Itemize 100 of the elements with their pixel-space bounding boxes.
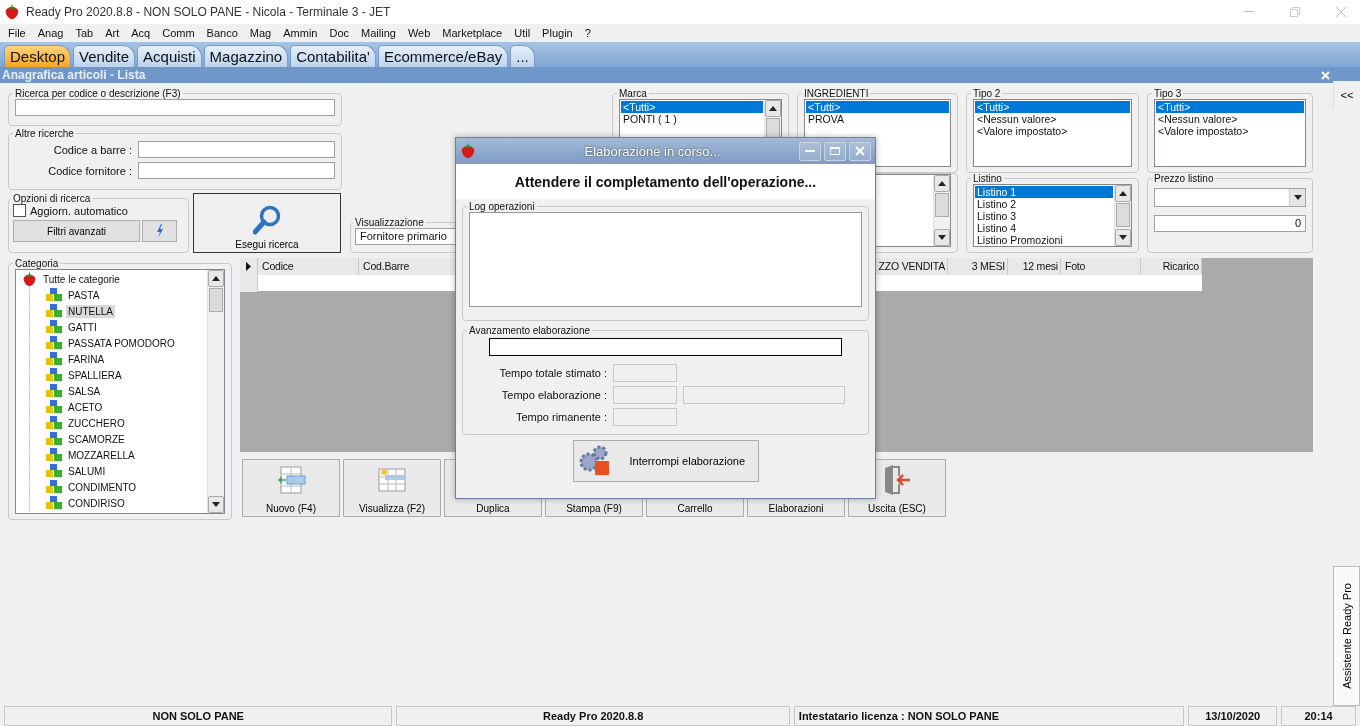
field-label: Codice fornitore : [48, 164, 132, 177]
menu-item[interactable]: Anag [31, 27, 70, 39]
minimize-icon[interactable] [1244, 11, 1254, 13]
list-item[interactable]: <Valore impostato> [975, 125, 1130, 137]
list-item[interactable]: PROVA [806, 113, 949, 125]
menu-item[interactable]: Mag [243, 27, 278, 39]
menu-item[interactable]: Acq [125, 27, 157, 39]
scroll-up-button[interactable] [1115, 185, 1131, 202]
column-header[interactable]: Ricarico [1141, 258, 1202, 275]
list-item[interactable]: <Nessun valore> [975, 113, 1130, 125]
column-header[interactable]: Foto [1061, 258, 1141, 275]
tab[interactable]: Vendite [73, 45, 136, 67]
tree-item[interactable]: GATTI [66, 320, 99, 334]
scroll-thumb[interactable] [935, 193, 949, 217]
tree-item[interactable]: PASTA [66, 288, 102, 302]
scroll-up-button[interactable] [765, 100, 781, 117]
stop-button[interactable]: Interrompi elaborazione [572, 440, 759, 482]
column-header[interactable]: 12 mesi [1008, 258, 1061, 275]
menu-item[interactable]: Ammin [277, 27, 324, 39]
assistant-tab[interactable]: Assistente Ready Pro [1333, 566, 1360, 706]
menu-item[interactable]: Marketplace [436, 27, 509, 39]
tree-item[interactable]: Tutte le categorie [41, 272, 122, 286]
strawberry-icon [460, 143, 476, 159]
tree-item[interactable]: SALUMI [66, 464, 108, 478]
tab[interactable]: Contabilita' [290, 45, 376, 67]
scroll-down-button[interactable] [934, 229, 950, 246]
row-pointer-icon [246, 262, 251, 271]
scroll-up-button[interactable] [208, 270, 224, 287]
minimize-button[interactable] [799, 141, 821, 161]
tree-item[interactable]: CONDIRISO [66, 496, 127, 510]
list-box[interactable]: <Tutti> <Nessun valore> <Valore impostato> [1154, 99, 1306, 167]
menu-item[interactable]: File [2, 27, 32, 39]
list-item[interactable]: <Tutti> [806, 101, 949, 113]
tree-item[interactable]: CONDIMENTO [66, 480, 139, 494]
scrollbar[interactable] [933, 175, 950, 246]
cubes-icon [46, 336, 62, 350]
list-item[interactable]: Listino 2 [975, 198, 1113, 210]
list-item[interactable]: <Tutti> [975, 101, 1130, 113]
down-arrow-icon [1119, 235, 1127, 240]
scroll-thumb[interactable] [209, 288, 223, 312]
tab[interactable]: ... [510, 45, 535, 67]
collapse-button[interactable]: << [1333, 81, 1360, 109]
tree-item[interactable]: FARINA [66, 352, 107, 366]
scroll-thumb[interactable] [1116, 203, 1130, 227]
maximize-button[interactable] [824, 141, 846, 161]
run-search-button[interactable]: Esegui ricerca [193, 193, 341, 253]
tree-item[interactable]: ACETO [66, 400, 105, 414]
menu-item[interactable]: Art [99, 27, 126, 39]
menu-item[interactable]: Banco [200, 27, 244, 39]
list-item[interactable]: Listino Promozioni [975, 234, 1113, 246]
tree-item[interactable]: NUTELLA [66, 304, 115, 318]
list-item[interactable]: <Tutti> [1156, 101, 1304, 113]
scroll-up-button[interactable] [934, 175, 950, 192]
tree-item[interactable]: SALSA [66, 384, 103, 398]
tree-item[interactable]: SCAMORZE [66, 432, 127, 446]
list-item[interactable]: <Nessun valore> [1156, 113, 1304, 125]
tree-item[interactable]: MOZZARELLA [66, 448, 137, 462]
list-box[interactable]: <Tutti> <Nessun valore> <Valore impostato> [973, 99, 1132, 167]
tab[interactable]: Acquisti [137, 45, 202, 67]
list-item[interactable]: Listino 1 [975, 186, 1113, 198]
action-button[interactable]: Visualizza (F2) [343, 459, 441, 517]
input-field[interactable] [138, 162, 335, 179]
search-field[interactable] [15, 99, 335, 116]
list-item[interactable]: PONTI ( 1 ) [621, 113, 763, 125]
list-box[interactable]: Listino 1 Listino 2 Listino 3 Listino 4 Listino Promozioni [973, 184, 1132, 247]
column-header[interactable]: 3 MESI [948, 258, 1008, 275]
scrollbar[interactable] [207, 270, 224, 513]
tree-item[interactable]: ZUCCHERO [66, 416, 127, 430]
tab[interactable]: Desktop [4, 45, 72, 67]
scrollbar[interactable] [1114, 185, 1131, 246]
menu-item[interactable]: Web [401, 27, 437, 39]
close-icon[interactable] [1336, 7, 1346, 17]
tree-item[interactable]: PASSATA POMODORO [66, 336, 177, 350]
action-button[interactable]: Nuovo (F4) [242, 459, 340, 517]
tree-item[interactable]: SPALLIERA [66, 368, 124, 382]
lightning-button[interactable] [142, 220, 177, 242]
list-item[interactable]: Listino 4 [975, 222, 1113, 234]
list-item[interactable]: <Tutti> [621, 101, 763, 113]
menu-item[interactable]: ? [578, 27, 597, 39]
restore-icon[interactable] [1290, 7, 1300, 17]
cubes-icon [46, 352, 62, 366]
advanced-filters-button[interactable]: Filtri avanzati [13, 220, 140, 242]
column-header[interactable]: Codice [258, 258, 359, 275]
list-item[interactable]: Listino 3 [975, 210, 1113, 222]
checkbox[interactable] [13, 204, 26, 217]
menu-item[interactable]: Util [508, 27, 537, 39]
menu-item[interactable]: Doc [323, 27, 355, 39]
menu-item[interactable]: Mailing [355, 27, 402, 39]
close-button[interactable] [849, 141, 871, 161]
scroll-down-button[interactable] [208, 496, 224, 513]
list-item[interactable]: <Valore impostato> [1156, 125, 1304, 137]
menu-item[interactable]: Tab [69, 27, 100, 39]
dropdown-button[interactable] [1289, 189, 1305, 206]
scroll-down-button[interactable] [1115, 229, 1131, 246]
menu-item[interactable]: Comm [156, 27, 201, 39]
input-field[interactable] [138, 141, 335, 158]
menu-item[interactable]: Plugin [536, 27, 579, 39]
tab[interactable]: Magazzino [203, 45, 289, 67]
tab[interactable]: Ecommerce/eBay [377, 45, 509, 67]
price-field[interactable]: 0 [1154, 215, 1306, 232]
